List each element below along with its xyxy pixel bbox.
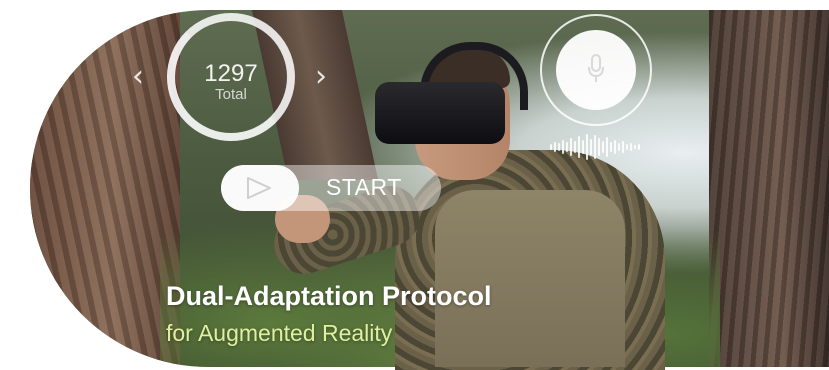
chevron-right-icon[interactable]: ›	[315, 62, 327, 92]
microphone-icon	[588, 54, 604, 82]
hero-subtitle: for Augmented Reality	[166, 320, 393, 346]
counter-label: Total	[215, 86, 247, 103]
start-label[interactable]: START	[326, 174, 402, 201]
hero-title: Dual-Adaptation Protocol	[166, 281, 492, 311]
audio-waveform-icon	[550, 134, 640, 160]
tree-trunk-left	[30, 10, 180, 367]
tactical-vest	[435, 190, 625, 367]
ar-headset	[375, 82, 505, 144]
chevron-left-icon[interactable]: ‹	[132, 62, 144, 92]
play-icon	[247, 177, 271, 199]
counter-value: 1297	[204, 60, 258, 87]
tree-trunk-right	[709, 10, 829, 367]
